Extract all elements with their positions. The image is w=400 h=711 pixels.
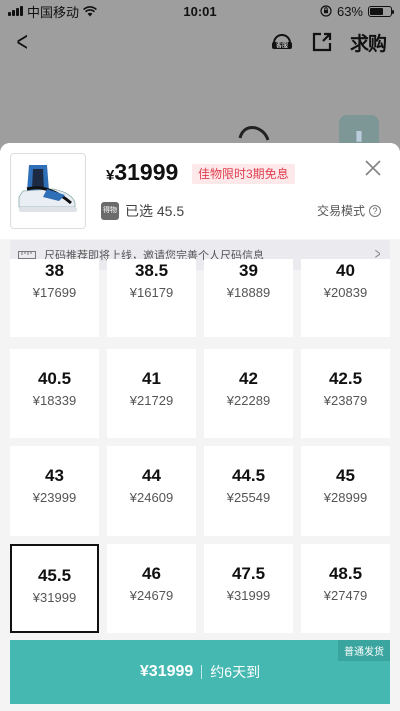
sheet-header: ¥31999 佳物限时3期免息 得物 已选 45.5 交易模式 ? <box>0 143 400 239</box>
size-value: 47.5 <box>231 564 266 583</box>
size-price: ¥31999 <box>32 590 77 605</box>
size-value: 40.5 <box>37 369 72 388</box>
size-value: 39 <box>239 261 258 280</box>
size-price: ¥23879 <box>323 393 368 408</box>
size-value: 44 <box>142 466 161 485</box>
size-value: 41 <box>142 369 161 388</box>
size-price: ¥25549 <box>226 490 271 505</box>
size-price: ¥24679 <box>129 588 174 603</box>
size-price: ¥31999 <box>226 588 271 603</box>
size-value: 45 <box>336 466 355 485</box>
size-option-47.5[interactable]: 47.5 ¥31999 <box>204 544 293 633</box>
size-option-41[interactable]: 41 ¥21729 <box>107 349 196 438</box>
size-price: ¥20839 <box>323 285 368 300</box>
size-value: 40 <box>336 261 355 280</box>
selected-size-row: 得物 已选 45.5 <box>101 201 184 221</box>
size-value: 38.5 <box>134 261 169 280</box>
signal-icon <box>8 6 23 16</box>
product-price: ¥31999 <box>106 159 179 185</box>
size-option-44.5[interactable]: 44.5 ¥25549 <box>204 446 293 536</box>
trade-mode-link[interactable]: 交易模式 ? <box>317 202 382 219</box>
size-price: ¥18339 <box>32 393 77 408</box>
brand-tag: 得物 <box>101 202 119 220</box>
size-value: 45.5 <box>37 566 72 585</box>
size-price: ¥27479 <box>323 588 368 603</box>
seek-button[interactable]: 求购 <box>350 29 387 56</box>
selected-size-label: 已选 45.5 <box>125 203 185 219</box>
size-option-40.5[interactable]: 40.5 ¥18339 <box>10 349 99 438</box>
buy-button[interactable]: ¥31999 约6天到 普通发货 <box>10 640 390 704</box>
size-value: 42.5 <box>328 369 363 388</box>
back-icon[interactable]: < <box>16 28 27 56</box>
size-option-44[interactable]: 44 ¥24609 <box>107 446 196 536</box>
size-value: 46 <box>142 564 161 583</box>
size-option-42[interactable]: 42 ¥22289 <box>204 349 293 438</box>
size-picker-sheet: ¥31999 佳物限时3期免息 得物 已选 45.5 交易模式 ? 尺码推荐即将… <box>0 143 400 711</box>
share-icon[interactable] <box>310 30 334 54</box>
wifi-icon <box>83 5 97 16</box>
size-option-48.5[interactable]: 48.5 ¥27479 <box>301 544 390 633</box>
size-option-42.5[interactable]: 42.5 ¥23879 <box>301 349 390 438</box>
orientation-lock-icon <box>320 5 332 17</box>
delivery-time: 约6天到 <box>210 664 261 680</box>
size-price: ¥18889 <box>226 285 271 300</box>
size-price: ¥23999 <box>32 490 77 505</box>
buy-price: ¥31999 <box>139 663 194 680</box>
size-price: ¥16179 <box>129 285 174 300</box>
sneaker-image <box>18 165 77 212</box>
size-option-43[interactable]: 43 ¥23999 <box>10 446 99 536</box>
size-option-40[interactable]: 40 ¥20839 <box>301 259 390 337</box>
size-price: ¥24609 <box>129 490 174 505</box>
size-price: ¥17699 <box>32 285 77 300</box>
promo-badge: 佳物限时3期免息 <box>192 164 295 184</box>
svg-text:客服: 客服 <box>276 42 288 50</box>
carrier: 中国移动 <box>27 4 80 20</box>
battery-icon <box>368 5 394 17</box>
size-price: ¥28999 <box>323 490 368 505</box>
battery-percent: 63% <box>336 3 363 19</box>
size-value: 42 <box>239 369 258 388</box>
customer-service-icon[interactable]: 客服 <box>270 30 294 54</box>
size-option-38.5[interactable]: 38.5 ¥16179 <box>107 259 196 337</box>
size-value: 44.5 <box>231 466 266 485</box>
size-option-39[interactable]: 39 ¥18889 <box>204 259 293 337</box>
size-option-45[interactable]: 45 ¥28999 <box>301 446 390 536</box>
size-price: ¥21729 <box>129 393 174 408</box>
nav-bar: < 客服 求购 <box>0 22 400 62</box>
product-thumbnail <box>10 153 86 229</box>
size-price: ¥22289 <box>226 393 271 408</box>
divider <box>201 665 203 679</box>
close-icon[interactable] <box>362 157 384 179</box>
size-value: 38 <box>45 261 64 280</box>
size-option-38[interactable]: 38 ¥17699 <box>10 259 99 337</box>
shipping-type-tag: 普通发货 <box>338 640 390 661</box>
size-value: 43 <box>45 466 64 485</box>
status-bar: 中国移动 10:01 63% <box>0 0 400 22</box>
question-icon: ? <box>369 204 382 217</box>
size-value: 48.5 <box>328 564 363 583</box>
clock: 10:01 <box>183 3 217 19</box>
size-option-46[interactable]: 46 ¥24679 <box>107 544 196 633</box>
size-option-45.5[interactable]: 45.5 ¥31999 <box>10 544 99 633</box>
